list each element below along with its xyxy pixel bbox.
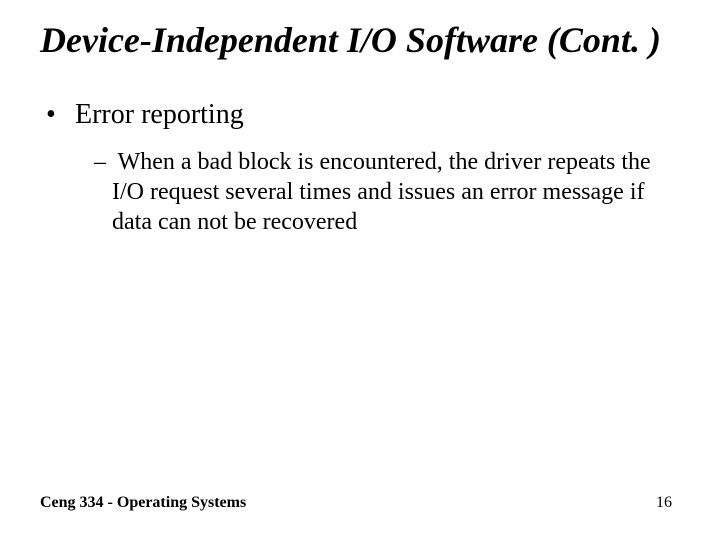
bullet-text: Error reporting [75,99,244,130]
slide-title: Device-Independent I/O Software (Cont. ) [40,20,680,61]
sub-bullet-text: When a bad block is encountered, the dri… [112,149,651,235]
footer-page-number: 16 [656,494,672,512]
slide: Device-Independent I/O Software (Cont. )… [0,0,720,540]
footer-course: Ceng 334 - Operating Systems [40,494,246,512]
bullet-item: Error reporting [46,99,680,131]
sub-bullet-item: When a bad block is encountered, the dri… [94,147,674,237]
